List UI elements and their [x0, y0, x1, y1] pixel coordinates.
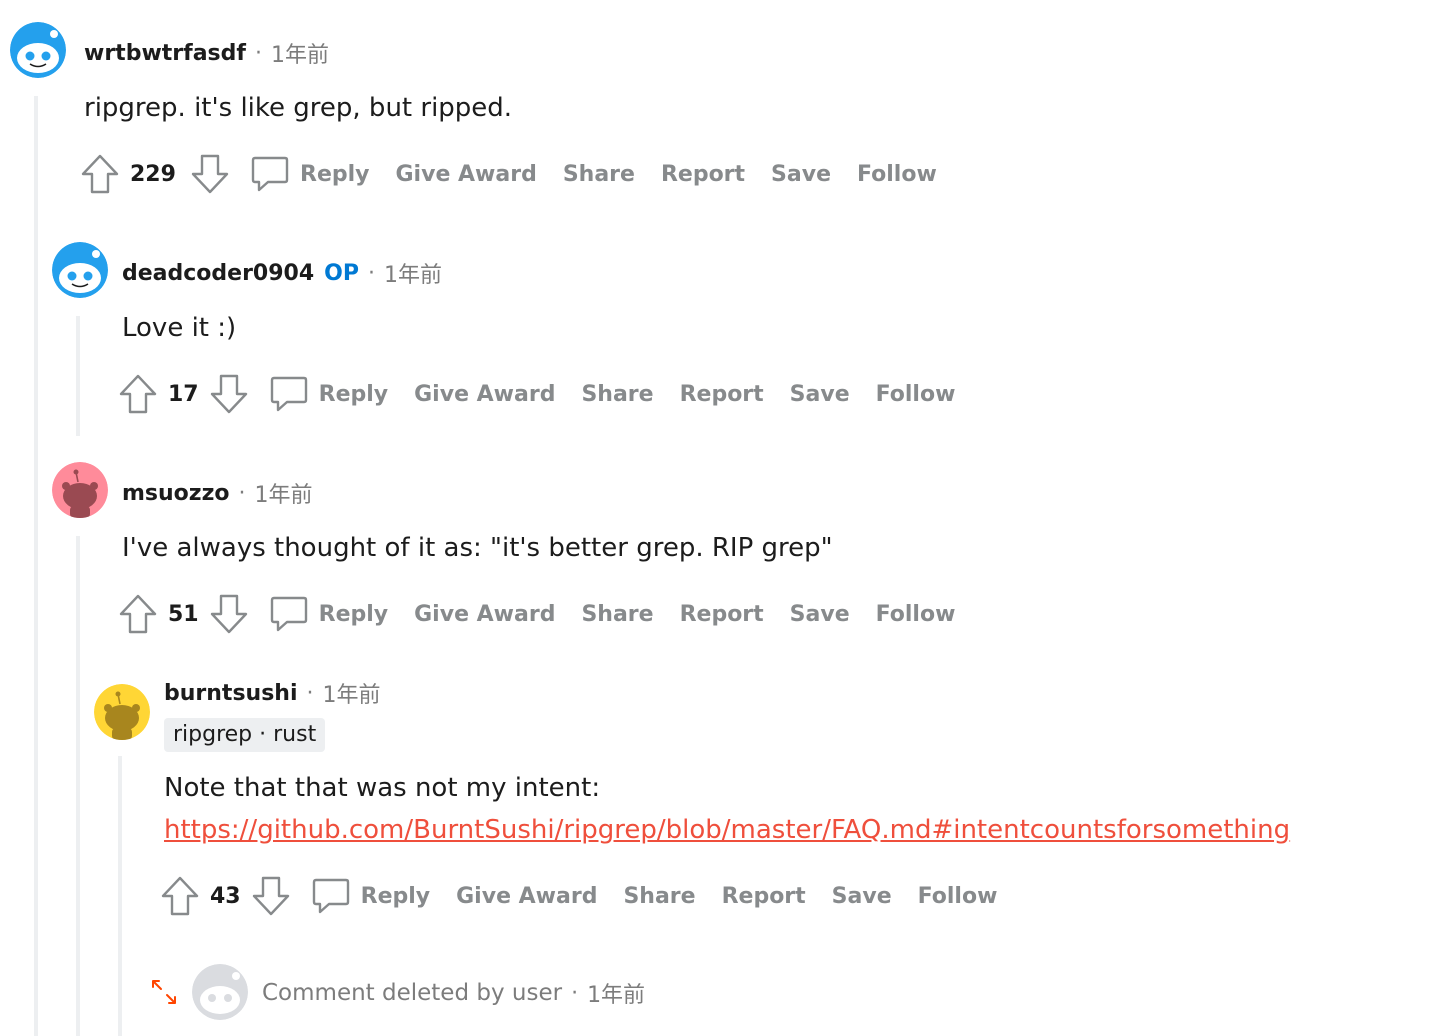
avatar[interactable]: [52, 242, 108, 298]
reply-button[interactable]: Reply: [361, 884, 431, 909]
vote-score: 51: [168, 601, 199, 627]
give-award-button[interactable]: Give Award: [414, 382, 555, 407]
speech-bubble-icon[interactable]: [269, 594, 309, 634]
avatar[interactable]: [52, 462, 108, 518]
speech-bubble-icon[interactable]: [269, 374, 309, 414]
snoo-avatar-icon: [94, 684, 150, 740]
downvote-arrow-icon[interactable]: [190, 153, 230, 195]
upvote-arrow-icon[interactable]: [80, 153, 120, 195]
comment-meta: burntsushi · 1年前: [164, 673, 381, 713]
timestamp[interactable]: 1年前: [384, 257, 442, 289]
thread-line-level-1[interactable]: [34, 96, 38, 1036]
speech-bubble-icon[interactable]: [250, 154, 290, 194]
give-award-button[interactable]: Give Award: [414, 602, 555, 627]
follow-button[interactable]: Follow: [876, 382, 956, 407]
speech-bubble-icon[interactable]: [311, 876, 351, 916]
vote-score: 229: [130, 161, 176, 187]
avatar: [192, 964, 248, 1020]
separator-dot: ·: [571, 980, 579, 1006]
thread-line-level-2a[interactable]: [76, 316, 80, 436]
reply-button[interactable]: Reply: [319, 382, 389, 407]
save-button[interactable]: Save: [771, 162, 831, 187]
save-button[interactable]: Save: [790, 382, 850, 407]
username[interactable]: wrtbwtrfasdf: [84, 41, 246, 66]
timestamp[interactable]: 1年前: [271, 37, 329, 69]
vote-score: 17: [168, 381, 199, 407]
github-link[interactable]: https://github.com/BurntSushi/ripgrep/bl…: [164, 815, 1290, 845]
comment-body: I've always thought of it as: "it's bett…: [122, 533, 833, 563]
comment-body: Love it :): [122, 313, 237, 343]
report-button[interactable]: Report: [722, 884, 806, 909]
snoo-avatar-icon: [52, 462, 108, 518]
upvote-arrow-icon[interactable]: [160, 875, 200, 917]
timestamp[interactable]: 1年前: [587, 977, 645, 1009]
upvote-arrow-icon[interactable]: [118, 373, 158, 415]
deleted-comment-meta: Comment deleted by user · 1年前: [262, 973, 645, 1013]
share-button[interactable]: Share: [581, 382, 653, 407]
share-button[interactable]: Share: [581, 602, 653, 627]
separator-dot: ·: [238, 480, 246, 506]
vote-score: 43: [210, 883, 241, 909]
report-button[interactable]: Report: [680, 602, 764, 627]
share-button[interactable]: Share: [563, 162, 635, 187]
timestamp[interactable]: 1年前: [255, 477, 313, 509]
upvote-arrow-icon[interactable]: [118, 593, 158, 635]
expand-arrows-icon[interactable]: [150, 978, 178, 1006]
comment-body: Note that that was not my intent:: [164, 773, 601, 803]
comment-body: ripgrep. it's like grep, but ripped.: [84, 93, 513, 123]
comment-meta: deadcoder0904 OP · 1年前: [122, 253, 442, 293]
comment-body-link: https://github.com/BurntSushi/ripgrep/bl…: [164, 809, 1290, 851]
timestamp[interactable]: 1年前: [323, 677, 381, 709]
comment-meta: msuozzo · 1年前: [122, 473, 313, 513]
separator-dot: ·: [368, 260, 375, 286]
comment-actions: 229 Reply Give Award Share Report Save F…: [80, 152, 963, 196]
thread-line-level-3[interactable]: [118, 756, 122, 1036]
report-button[interactable]: Report: [661, 162, 745, 187]
snoo-avatar-icon: [52, 242, 108, 298]
user-flair: ripgrep · rust: [164, 718, 326, 752]
op-badge: OP: [324, 260, 359, 286]
separator-dot: ·: [306, 680, 314, 706]
reply-button[interactable]: Reply: [300, 162, 370, 187]
username[interactable]: msuozzo: [122, 481, 230, 506]
follow-button[interactable]: Follow: [876, 602, 956, 627]
comment-meta: wrtbwtrfasdf · 1年前: [84, 33, 329, 73]
avatar[interactable]: [10, 22, 66, 78]
thread-line-level-2b[interactable]: [76, 536, 80, 1036]
downvote-arrow-icon[interactable]: [209, 373, 249, 415]
follow-button[interactable]: Follow: [857, 162, 937, 187]
report-button[interactable]: Report: [680, 382, 764, 407]
separator-dot: ·: [254, 40, 262, 66]
username[interactable]: burntsushi: [164, 681, 298, 706]
comment-actions: 51 Reply Give Award Share Report Save Fo…: [118, 592, 981, 636]
save-button[interactable]: Save: [790, 602, 850, 627]
avatar[interactable]: [94, 684, 150, 740]
give-award-button[interactable]: Give Award: [396, 162, 537, 187]
username[interactable]: deadcoder0904: [122, 261, 314, 286]
downvote-arrow-icon[interactable]: [209, 593, 249, 635]
downvote-arrow-icon[interactable]: [251, 875, 291, 917]
comment-actions: 17 Reply Give Award Share Report Save Fo…: [118, 372, 981, 416]
comment-actions: 43 Reply Give Award Share Report Save Fo…: [160, 874, 1023, 918]
save-button[interactable]: Save: [832, 884, 892, 909]
snoo-avatar-icon: [192, 964, 248, 1020]
deleted-comment-text: Comment deleted by user: [262, 980, 563, 1006]
snoo-avatar-icon: [10, 22, 66, 78]
reply-button[interactable]: Reply: [319, 602, 389, 627]
share-button[interactable]: Share: [623, 884, 695, 909]
give-award-button[interactable]: Give Award: [456, 884, 597, 909]
follow-button[interactable]: Follow: [918, 884, 998, 909]
